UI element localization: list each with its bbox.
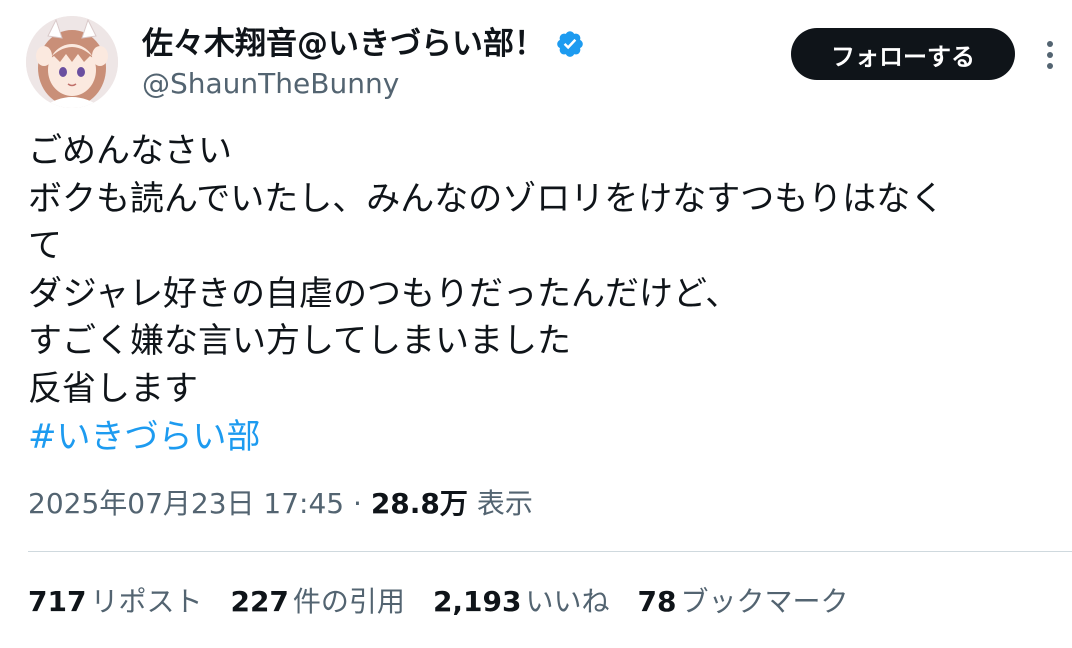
more-options-icon[interactable] (1040, 38, 1060, 72)
avatar-image (26, 16, 118, 108)
views-count: 28.8万 (370, 487, 468, 520)
tweet-line: 反省します (28, 368, 198, 409)
author-handle[interactable]: @ShaunTheBunny (142, 66, 399, 102)
tweet-line: ごめんなさい (28, 131, 232, 171)
hashtag-link[interactable]: #いきづらい部 (28, 417, 261, 457)
like-count: 2,193 (432, 585, 522, 618)
avatar[interactable] (26, 16, 118, 108)
repost-count: 717 (28, 585, 87, 618)
follow-button[interactable]: フォローする (791, 28, 1015, 80)
engagement-stats: 717 リポスト 227 件の引用 2,193 いいね 78 ブックマーク (28, 580, 877, 624)
repost-stat[interactable]: 717 リポスト (28, 580, 202, 624)
divider (28, 551, 1072, 552)
tweet-text: ごめんなさい ボクも読んでいたし、みんなのゾロリをけなすつもりはなく て ダジャ… (28, 128, 1058, 461)
timestamp-link[interactable]: 2025年07月23日 17:45 (28, 487, 344, 520)
bookmark-label: ブックマーク (680, 585, 849, 618)
quote-label: 件の引用 (292, 585, 405, 618)
quote-count: 227 (230, 585, 289, 618)
verified-badge-icon (555, 29, 585, 59)
bookmark-stat[interactable]: 78 ブックマーク (638, 580, 849, 624)
quote-stat[interactable]: 227 件の引用 (230, 580, 404, 624)
tweet-meta: 2025年07月23日 17:45 · 28.8万 表示 (28, 484, 533, 524)
author-display-name[interactable]: 佐々木翔音@いきづらい部！ (142, 24, 585, 64)
views-label: 表示 (476, 487, 533, 520)
tweet-line: ダジャレ好きの自虐のつもりだったんだけど、 (28, 273, 740, 314)
like-stat[interactable]: 2,193 いいね (433, 580, 610, 624)
display-name-text[interactable]: 佐々木翔音@いきづらい部！ (142, 24, 545, 64)
tweet-line: て (28, 226, 62, 267)
meta-separator: · (353, 487, 362, 520)
like-label: いいね (525, 585, 610, 618)
repost-label: リポスト (90, 585, 203, 618)
bookmark-count: 78 (637, 585, 677, 618)
tweet-line: ボクも読んでいたし、みんなのゾロリをけなすつもりはなく (28, 178, 945, 219)
tweet-line: すごく嫌な言い方してしまいました (28, 321, 571, 362)
